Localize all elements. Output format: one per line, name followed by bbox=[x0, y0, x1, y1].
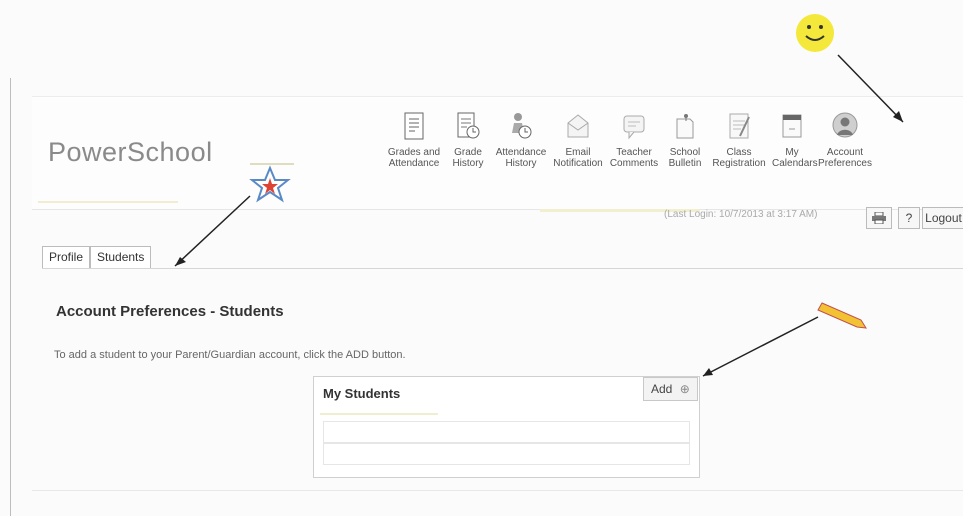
add-button-label: Add bbox=[651, 382, 673, 396]
student-list-row bbox=[323, 443, 690, 465]
teacher-comments-icon bbox=[623, 115, 645, 140]
nav-grade-history[interactable]: Grade History bbox=[444, 111, 492, 191]
main-nav: Grades and Attendance Grade History Atte… bbox=[384, 111, 876, 191]
email-icon bbox=[567, 114, 589, 138]
nav-label-1: Attendance bbox=[495, 147, 547, 158]
tab-profile[interactable]: Profile bbox=[42, 246, 91, 268]
nav-label-2: Attendance bbox=[388, 158, 440, 169]
nav-label-2: Comments bbox=[609, 158, 659, 169]
title-underline bbox=[320, 413, 438, 415]
main-content: Account Preferences - Students To add a … bbox=[32, 268, 963, 491]
tab-bar: Profile Students bbox=[42, 246, 152, 268]
instructions-text: To add a student to your Parent/Guardian… bbox=[54, 349, 406, 361]
nav-label-1: School bbox=[669, 147, 701, 158]
nav-grades-attendance[interactable]: Grades and Attendance bbox=[384, 111, 444, 191]
my-students-title: My Students bbox=[323, 386, 401, 401]
attendance-history-icon bbox=[512, 113, 532, 139]
page-title: Account Preferences - Students bbox=[56, 303, 284, 320]
registration-icon bbox=[729, 113, 750, 139]
bulletin-icon bbox=[676, 114, 694, 139]
print-button[interactable] bbox=[866, 207, 892, 229]
grade-history-icon bbox=[457, 112, 480, 139]
nav-school-bulletin[interactable]: School Bulletin bbox=[662, 111, 708, 191]
nav-label-1: Grades and bbox=[387, 147, 441, 158]
nav-teacher-comments[interactable]: Teacher Comments bbox=[606, 111, 662, 191]
nav-label-2: Notification bbox=[553, 158, 603, 169]
header-highlight bbox=[250, 163, 294, 165]
nav-label-1: Teacher bbox=[616, 147, 652, 158]
logout-button[interactable]: Logout bbox=[922, 207, 963, 229]
nav-attendance-history[interactable]: Attendance History bbox=[492, 111, 550, 191]
last-login-text: (Last Login: 10/7/2013 at 3:17 AM) bbox=[664, 209, 818, 220]
nav-label-1: My bbox=[785, 147, 799, 158]
my-students-panel: My Students Add ⊕ bbox=[313, 376, 700, 478]
nav-label-1: Grade bbox=[454, 147, 482, 158]
nav-label-1: Email bbox=[565, 147, 591, 158]
student-list-row bbox=[323, 421, 690, 443]
help-button[interactable]: ? bbox=[898, 207, 920, 229]
nav-label-1: Account bbox=[826, 147, 864, 158]
tab-students[interactable]: Students bbox=[90, 246, 152, 268]
smiley-icon bbox=[796, 14, 834, 52]
nav-my-calendars[interactable]: My Calendars bbox=[770, 111, 818, 191]
nav-label-2: History bbox=[452, 158, 484, 169]
nav-label-1: Class bbox=[726, 147, 752, 158]
nav-label-2: Calendars bbox=[772, 158, 818, 169]
printer-icon bbox=[872, 211, 886, 225]
account-preferences-icon bbox=[832, 112, 858, 138]
nav-class-registration[interactable]: Class Registration bbox=[708, 111, 770, 191]
grades-icon bbox=[404, 112, 424, 140]
plus-circle-icon: ⊕ bbox=[679, 382, 690, 396]
left-border-line bbox=[10, 78, 11, 516]
nav-label-2: Bulletin bbox=[668, 158, 702, 169]
powerschool-logo: PowerSchool bbox=[48, 137, 213, 167]
nav-label-2: Registration bbox=[712, 158, 766, 169]
nav-label-2: History bbox=[505, 158, 537, 169]
nav-email-notification[interactable]: Email Notification bbox=[550, 111, 606, 191]
header: PowerSchool Grades and Attendance Grade … bbox=[32, 96, 963, 212]
nav-label-2: Preferences bbox=[818, 158, 872, 169]
nav-account-preferences[interactable]: Account Preferences bbox=[814, 111, 876, 191]
logo-underline bbox=[38, 201, 178, 203]
add-student-button[interactable]: Add ⊕ bbox=[643, 377, 698, 401]
calendar-icon bbox=[782, 114, 802, 138]
